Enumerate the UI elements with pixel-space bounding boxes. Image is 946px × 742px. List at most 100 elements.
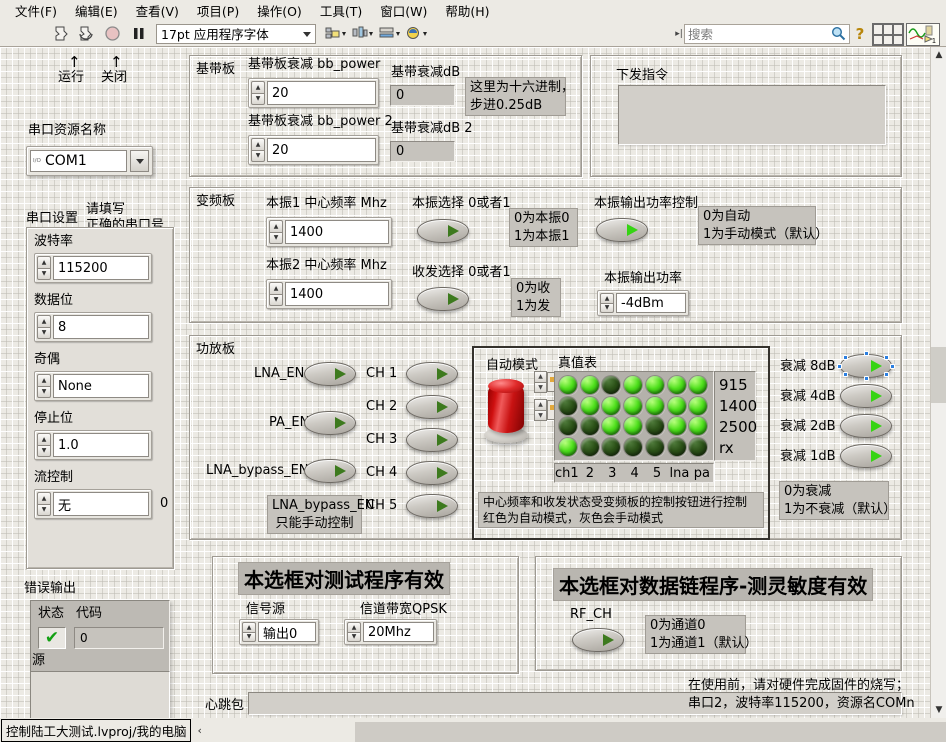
truth-led-915-4[interactable] [624, 376, 643, 394]
selection-handle[interactable] [884, 372, 889, 377]
selection-handle[interactable] [890, 364, 895, 369]
selection-handle[interactable] [843, 355, 848, 360]
scrollbar-thumb[interactable] [931, 347, 946, 403]
lo-power-ctrl-switch[interactable] [596, 218, 648, 242]
bandwidth-stepper[interactable]: ▲ ▼ [347, 622, 361, 642]
truth-led-915-3[interactable] [602, 376, 621, 394]
bandwidth-value[interactable]: 20Mhz [363, 622, 434, 642]
selection-handle[interactable] [837, 364, 842, 369]
truth-led-915-lna[interactable] [667, 376, 686, 394]
lo-select-switch[interactable] [417, 219, 469, 243]
baud-rate-stepper[interactable]: ▲ ▼ [37, 256, 51, 280]
scroll-down-button[interactable]: ▼ [931, 702, 946, 718]
ch5-switch[interactable] [406, 494, 458, 518]
truth-led-1400-pa[interactable] [689, 396, 708, 415]
lna-bypass-en-switch[interactable] [304, 459, 356, 483]
flow-control-input[interactable]: ▲ ▼ 无 [34, 489, 152, 519]
truth-led-rx-pa[interactable] [689, 437, 708, 456]
truth-led-rx-4[interactable] [624, 437, 643, 456]
flow-control-value[interactable]: 无 [53, 492, 149, 516]
truth-led-2500-lna[interactable] [667, 417, 686, 435]
attn-4db-switch[interactable] [840, 384, 892, 408]
signal-source-stepper[interactable]: ▲ ▼ [242, 622, 256, 642]
run-button[interactable] [48, 23, 72, 45]
search-input[interactable]: 搜索 [684, 23, 850, 44]
selection-handle[interactable] [884, 355, 889, 360]
menu-item-file[interactable]: 文件(F) [6, 0, 66, 22]
selection-handle[interactable] [864, 351, 869, 356]
menu-item-window[interactable]: 窗口(W) [371, 0, 436, 22]
selection-handle[interactable] [843, 372, 848, 377]
lo2-value[interactable]: 1400 [285, 282, 389, 306]
resize-objects-button[interactable] [378, 23, 402, 45]
attn-1db-switch[interactable] [840, 444, 892, 468]
truth-table-row-stepper-2[interactable]: ▲ ▼ [534, 399, 547, 421]
menu-item-operate[interactable]: 操作(O) [248, 0, 311, 22]
truth-led-2500-5[interactable] [645, 417, 664, 435]
vertical-scrollbar[interactable]: ▲ ▼ [930, 47, 946, 718]
parity-input[interactable]: ▲ ▼ None [34, 371, 152, 401]
truth-led-1400-2[interactable] [580, 396, 599, 415]
lo1-value[interactable]: 1400 [285, 220, 389, 244]
truth-led-2500-4[interactable] [624, 417, 643, 435]
truth-led-rx-5[interactable] [645, 437, 664, 456]
truth-led-1400-ch1[interactable] [559, 396, 577, 415]
signal-source-value[interactable]: 输出0 [258, 622, 316, 642]
baseband-attn2-value[interactable]: 20 [267, 138, 376, 162]
serial-resource-value[interactable]: COM1 [30, 150, 127, 172]
rf-ch-switch[interactable] [572, 628, 624, 652]
distribute-objects-button[interactable] [351, 23, 375, 45]
pa-en-switch[interactable] [304, 411, 356, 435]
truth-led-1400-lna[interactable] [667, 396, 686, 415]
stop-bits-stepper[interactable]: ▲ ▼ [37, 433, 51, 457]
reorder-objects-button[interactable] [405, 23, 429, 45]
status-project-label[interactable]: 控制陆工大测试.lvproj/我的电脑 [1, 718, 192, 742]
truth-table-row-stepper-1[interactable]: ▲ ▼ [534, 371, 547, 393]
menu-item-help[interactable]: 帮助(H) [436, 0, 498, 22]
lo1-input[interactable]: ▲ ▼ 1400 [266, 217, 392, 247]
font-selector[interactable]: 17pt 应用程序字体 [156, 23, 316, 44]
stop-bits-input[interactable]: ▲ ▼ 1.0 [34, 430, 152, 460]
truth-led-2500-2[interactable] [580, 417, 599, 435]
baseband-attn2-input[interactable]: ▲ ▼ 20 [248, 135, 379, 165]
parity-value[interactable]: None [53, 374, 149, 398]
truth-led-2500-pa[interactable] [689, 417, 708, 435]
baseband-attn1-input[interactable]: ▲ ▼ 20 [248, 78, 379, 108]
truth-led-rx-lna[interactable] [667, 437, 686, 456]
auto-mode-button[interactable] [484, 377, 528, 443]
data-bits-value[interactable]: 8 [53, 315, 149, 339]
truth-led-rx-ch1[interactable] [559, 437, 577, 456]
selection-handle[interactable] [864, 376, 869, 381]
lo-power-input[interactable]: ▲ ▼ -4dBm [597, 290, 689, 316]
truth-led-rx-3[interactable] [602, 437, 621, 456]
flow-control-stepper[interactable]: ▲ ▼ [37, 492, 51, 516]
truth-led-1400-5[interactable] [645, 396, 664, 415]
ch4-switch[interactable] [406, 461, 458, 485]
menu-item-view[interactable]: 查看(V) [127, 0, 188, 22]
truth-table-led-grid[interactable] [554, 371, 714, 461]
bandwidth-input[interactable]: ▲ ▼ 20Mhz [344, 619, 437, 645]
truth-led-rx-2[interactable] [580, 437, 599, 456]
data-bits-stepper[interactable]: ▲ ▼ [37, 315, 51, 339]
attn-2db-switch[interactable] [840, 414, 892, 438]
serial-resource-combo[interactable]: COM1 [26, 146, 153, 176]
attn-8db-switch[interactable] [837, 351, 895, 381]
txrx-select-switch[interactable] [417, 287, 469, 311]
baud-rate-input[interactable]: ▲ ▼ 115200 [34, 253, 152, 283]
truth-led-915-5[interactable] [645, 376, 664, 394]
lo-power-value[interactable]: -4dBm [616, 293, 686, 313]
lo-power-stepper[interactable]: ▲ ▼ [600, 293, 614, 313]
truth-led-915-2[interactable] [580, 376, 599, 394]
lo2-stepper[interactable]: ▲ ▼ [269, 282, 283, 306]
context-help-icon[interactable]: ? [850, 25, 870, 43]
truth-led-2500-3[interactable] [602, 417, 621, 435]
ch3-switch[interactable] [406, 428, 458, 452]
menu-item-edit[interactable]: 编辑(E) [66, 0, 127, 22]
signal-source-input[interactable]: ▲ ▼ 输出0 [239, 619, 319, 645]
truth-led-915-pa[interactable] [689, 376, 708, 394]
ch1-switch[interactable] [406, 362, 458, 386]
baseband-attn1-value[interactable]: 20 [267, 81, 376, 105]
stop-bits-value[interactable]: 1.0 [53, 433, 149, 457]
baseband-attn1-stepper[interactable]: ▲ ▼ [251, 81, 265, 105]
serial-resource-dropdown-button[interactable] [130, 150, 149, 172]
